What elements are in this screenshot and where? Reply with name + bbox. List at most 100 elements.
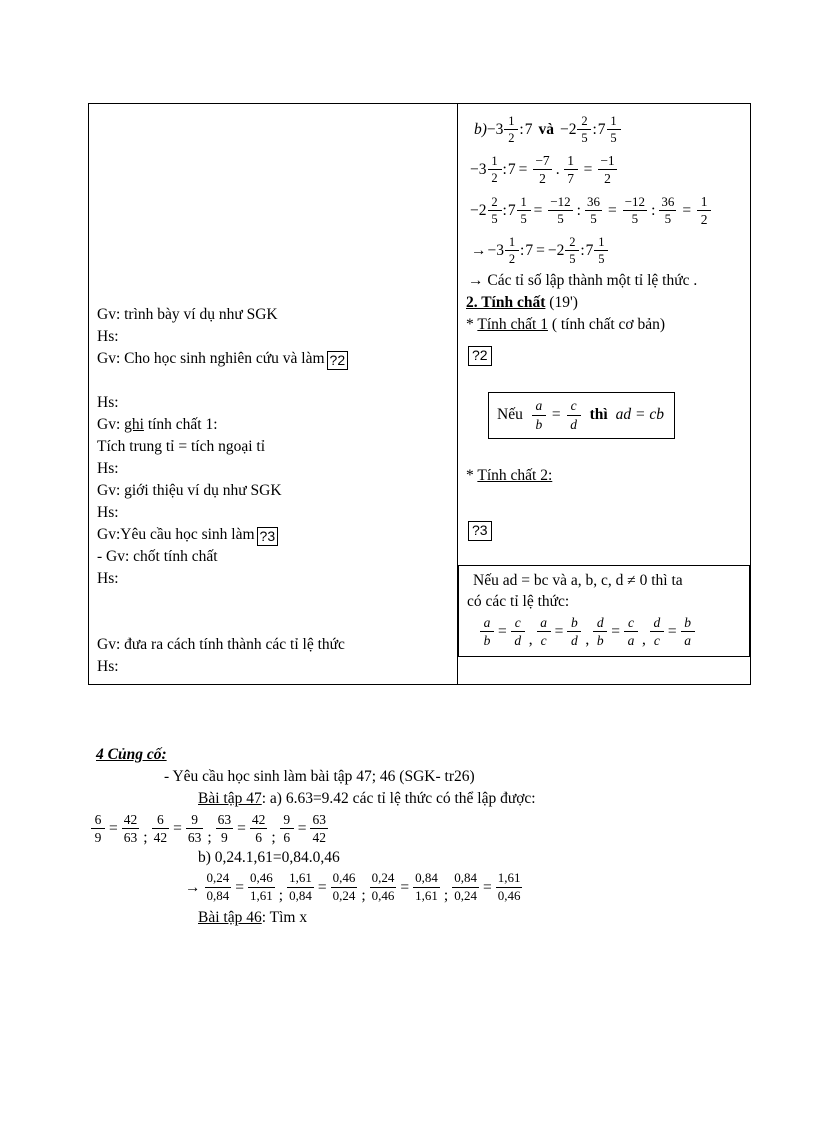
left-line-9: Gv: giới thiệu ví dụ như SGK <box>97 482 282 499</box>
left-line-6: Gv: ghi tính chất 1: <box>97 414 451 436</box>
ex47b-f3a-num: 0,24 <box>371 870 395 886</box>
ex47a-f3a-den: 9 <box>221 830 228 846</box>
fraction-bar <box>567 630 582 632</box>
calc2-f4: 36 5 <box>659 194 677 227</box>
ex47b-f2b-num: 0,46 <box>332 870 356 886</box>
ex47a-eq3: = <box>237 819 246 837</box>
calc3-lhs-den: 2 <box>508 252 516 267</box>
calc1-f1-num: −7 <box>535 153 550 168</box>
mixed-3-den: 5 <box>610 131 617 145</box>
property-1-heading: * Tính chất 1 ( tính chất cơ bản) <box>466 314 744 336</box>
formula-1-right-num: c <box>570 398 577 414</box>
bb-1b-num: c <box>514 614 521 630</box>
calc2-div2: : <box>651 202 656 220</box>
mixed-2-fraction: 2 5 <box>577 114 592 145</box>
section-4-heading: 4 Củng cố: <box>96 746 167 763</box>
fraction-bar <box>91 828 105 830</box>
ex47a-eq2: = <box>173 819 182 837</box>
calc2-f1: −12 5 <box>548 194 573 227</box>
ex47b-f1b-num: 0,46 <box>250 870 273 886</box>
fraction-bar <box>606 129 621 130</box>
bb-1a-num: a <box>483 614 491 630</box>
fraction-bar <box>215 828 234 830</box>
ex47a-f4a-den: 6 <box>283 830 291 846</box>
left-column-content: Gv: trình bày ví dụ như SGK Hs: Gv: Cho … <box>89 104 457 684</box>
bb-2a-den: c <box>540 632 547 648</box>
ex47a-sep1: ; <box>143 828 148 846</box>
table-cell-teacher-activity: Gv: trình bày ví dụ như SGK Hs: Gv: Cho … <box>88 103 458 685</box>
fraction-bar <box>593 630 608 632</box>
calc2-f5-den: 2 <box>700 212 708 228</box>
bb-4b-num: b <box>684 614 691 630</box>
property-2-star: * <box>466 466 474 484</box>
ex47b-f1b: 0,46 1,61 <box>248 871 275 903</box>
section-4-block: 4 Củng cố: - Yêu cầu học sinh làm bài tậ… <box>88 744 768 929</box>
ex47b-f3a-den: 0,46 <box>371 887 395 903</box>
bb-frac-2a: ac <box>536 615 551 648</box>
fraction-bar <box>505 250 519 252</box>
property-2-title: Tính chất 2: <box>477 466 553 484</box>
calc3-rhs2-whole: 7 <box>585 242 594 260</box>
mixed-3-num: 1 <box>610 114 617 128</box>
ex47a-f3b-den: 6 <box>255 830 262 846</box>
mixed-number-3: 7 1 5 <box>598 114 621 145</box>
bb-frac-4b: ba <box>680 614 695 648</box>
calc2-rhs-whole: 7 <box>507 202 516 220</box>
calc1-f2: 1 7 <box>563 153 578 186</box>
ex47a-f4b-num: 63 <box>312 812 326 827</box>
property-1-note: ( tính chất cơ bản) <box>551 316 666 334</box>
lesson-plan-table: Gv: trình bày ví dụ như SGK Hs: Gv: Cho … <box>88 103 751 685</box>
bb-1b-den: d <box>514 632 522 648</box>
calc2-f4-den: 5 <box>664 211 672 227</box>
calc3-rhs2-fraction: 1 5 <box>594 235 609 267</box>
bb-frac-1b: cd <box>510 614 525 648</box>
ex47b-eq2: = <box>317 878 327 896</box>
ex47b-sep2: ; <box>361 886 366 904</box>
fraction-bar <box>536 630 551 632</box>
section-2-title: 2. Tính chất <box>466 294 546 312</box>
left-line-7: Tích trung tỉ = tích ngoại tỉ <box>97 438 266 455</box>
left-line-12: - Gv: chốt tính chất <box>97 548 218 565</box>
left-line-11-text: Gv:Yêu cầu học sinh làm <box>97 526 255 543</box>
bb-frac-4a: dc <box>649 615 664 648</box>
label-b: b) <box>474 120 487 138</box>
bb-frac-2b: bd <box>567 615 582 648</box>
calc3-rhs1-whole: 2 <box>556 242 565 260</box>
calc3-rhs2-den: 5 <box>598 252 605 267</box>
section-2-time: (19') <box>549 294 578 312</box>
ex47b-f2a: 1,61 0,84 <box>287 871 314 903</box>
mixed-1-fraction: 1 2 <box>504 114 519 145</box>
formula-1-left-fraction: a b <box>531 398 546 432</box>
ex47a-f2a-num: 6 <box>156 812 164 827</box>
left-line-14: Gv: đưa ra cách tính thành các tỉ lệ thứ… <box>97 636 345 653</box>
calc3-lhs: −3 1 2 <box>488 235 519 267</box>
exercise-47-part-a: : a) 6.63=9.42 các tỉ lệ thức có thể lập… <box>261 790 536 807</box>
calc2-f5: 1 2 <box>697 194 712 228</box>
calc2-lhs-den: 5 <box>491 212 498 227</box>
marker-q3-block: ?3 <box>468 520 492 541</box>
ex47b-f2b: 0,46 0,24 <box>330 870 358 903</box>
bottom-box-line-2: có các tỉ lệ thức: <box>467 592 570 610</box>
calc2-f5-num: 1 <box>700 194 708 210</box>
left-line-11: Gv:Yêu cầu học sinh làm ?3 <box>97 524 451 546</box>
calc1-f3-den: 2 <box>604 171 611 187</box>
calc2-lhs: −2 2 5 <box>470 195 502 226</box>
math-calc-1: −3 1 2 : 7 = −7 2 . 1 7 = −1 2 <box>470 153 744 186</box>
calc3-rhs2-num: 1 <box>598 235 605 250</box>
table-row: Gv: trình bày ví dụ như SGK Hs: Gv: Cho … <box>88 103 751 685</box>
calc3-rhs1-num: 2 <box>569 235 576 250</box>
table-cell-content: b) −3 1 2 : 7 và − 2 2 5: 7 1 5 − 3 1 2… <box>457 103 751 685</box>
ex47b-f1a: 0,24 0,84 <box>204 871 232 903</box>
bb-3a-num: d <box>596 614 604 630</box>
ex47b-eq3: = <box>400 878 410 896</box>
calc2-eq3: = <box>682 202 692 220</box>
calc3-lhs-num: 1 <box>508 235 516 250</box>
ex47b-f4b: 1,61 0,46 <box>495 870 523 903</box>
bb-4a-den: c <box>653 632 660 648</box>
fraction-bar <box>151 828 170 830</box>
fraction-bar <box>531 414 546 416</box>
calc3-seven: 7 <box>525 242 534 260</box>
ex47b-f4b-num: 1,61 <box>497 870 521 886</box>
exercise-47-fractions-b: → 0,24 0,84 = 0,46 1,61 ; 1,61 0,84 = 0,46 0… <box>184 871 768 903</box>
bb-frac-3a: db <box>593 614 608 648</box>
